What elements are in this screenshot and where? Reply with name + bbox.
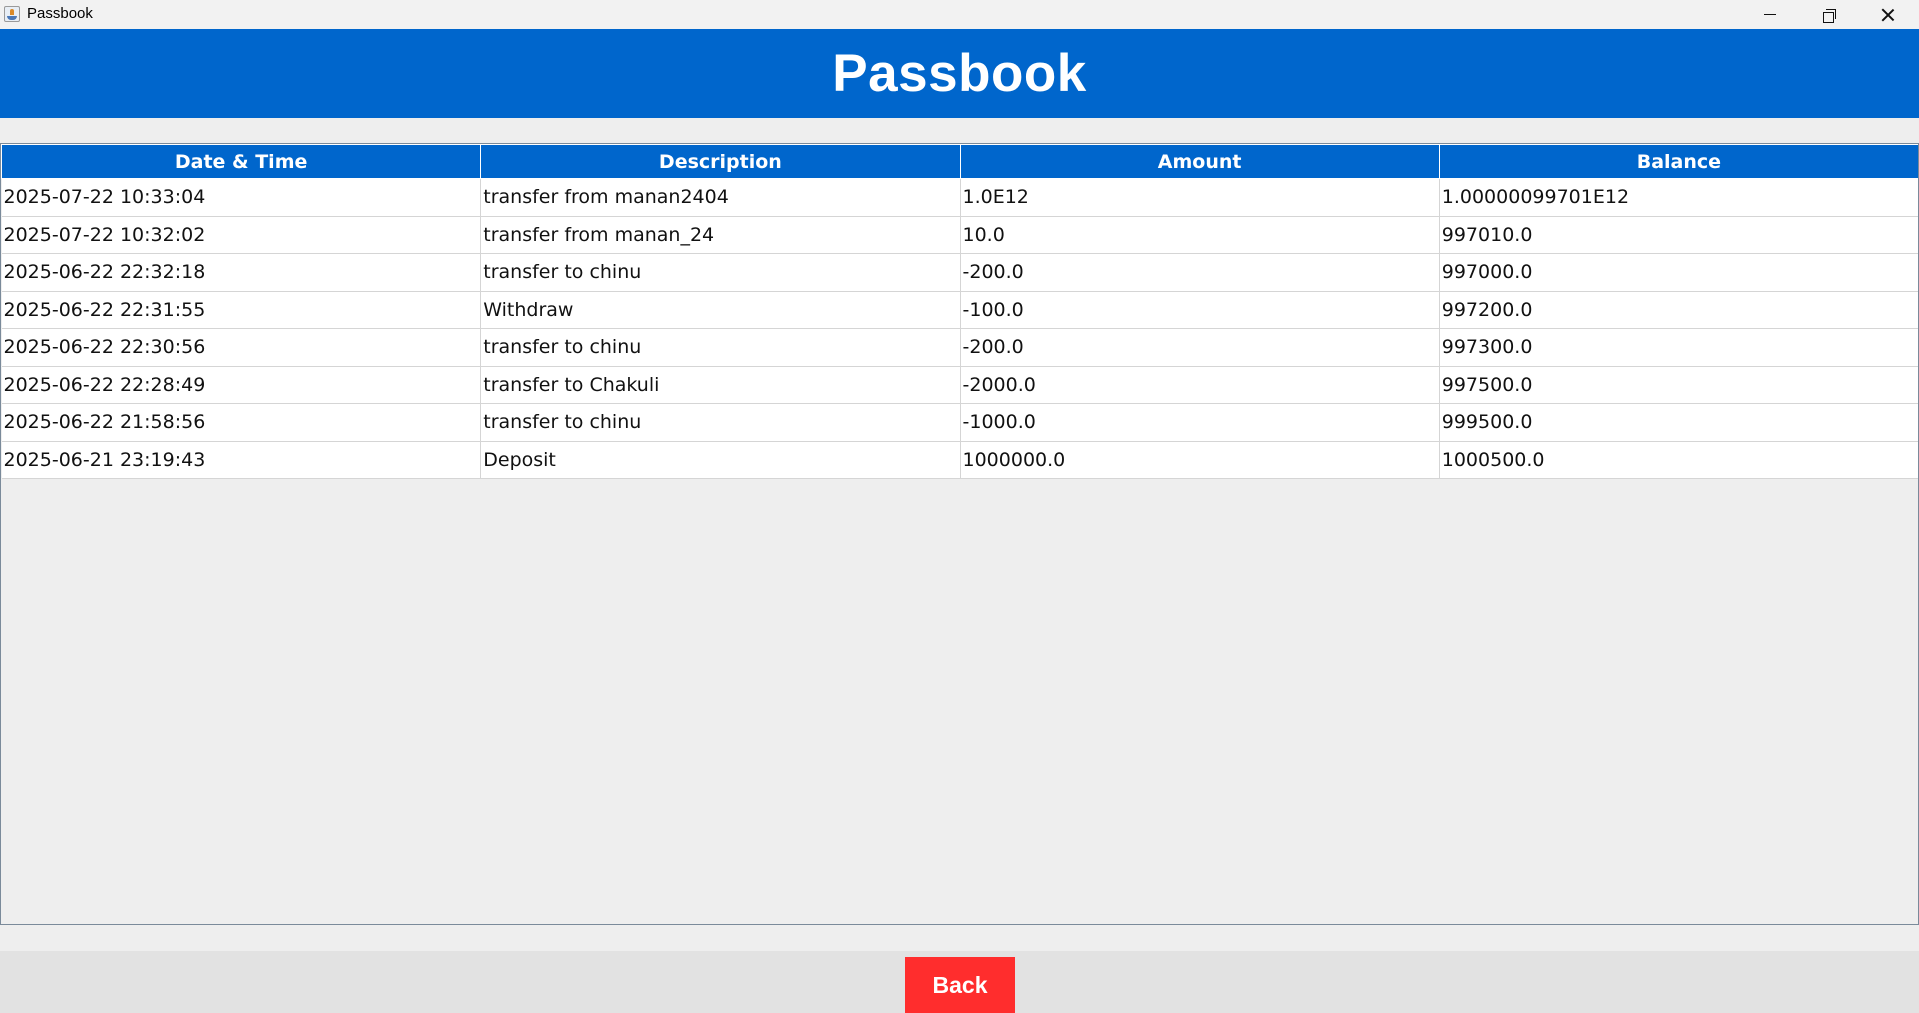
cell-balance[interactable]: 1.00000099701E12 bbox=[1439, 178, 1918, 217]
minimize-icon bbox=[1764, 14, 1776, 15]
table-row[interactable]: 2025-06-22 22:28:49 transfer to Chakuli … bbox=[1, 366, 1918, 404]
cell-date-time[interactable]: 2025-06-22 22:30:56 bbox=[1, 328, 482, 367]
column-header-amount[interactable]: Amount bbox=[959, 144, 1440, 179]
cell-description[interactable]: Deposit bbox=[480, 441, 961, 479]
cell-date-time[interactable]: 2025-07-22 10:33:04 bbox=[1, 178, 482, 217]
cell-description[interactable]: transfer from manan2404 bbox=[480, 178, 961, 217]
maximize-icon bbox=[1823, 8, 1836, 23]
window-titlebar: Passbook bbox=[0, 0, 1919, 29]
cell-amount[interactable]: 10.0 bbox=[960, 216, 1440, 254]
cell-balance[interactable]: 997500.0 bbox=[1439, 366, 1918, 404]
cell-amount[interactable]: -1000.0 bbox=[960, 403, 1440, 442]
cell-description[interactable]: transfer to chinu bbox=[480, 403, 961, 442]
table-row[interactable]: 2025-07-22 10:32:02 transfer from manan_… bbox=[1, 216, 1918, 254]
cell-description[interactable]: transfer to chinu bbox=[480, 253, 961, 292]
table-row[interactable]: 2025-06-22 21:58:56 transfer to chinu -1… bbox=[1, 403, 1918, 442]
column-header-date-time[interactable]: Date & Time bbox=[1, 144, 482, 179]
cell-balance[interactable]: 1000500.0 bbox=[1439, 441, 1918, 479]
footer-bar: Back bbox=[0, 951, 1919, 1013]
cell-description[interactable]: transfer from manan_24 bbox=[480, 216, 961, 254]
transactions-table-scrollpane[interactable]: Date & Time Description Amount Balance 2… bbox=[0, 143, 1919, 925]
window-title: Passbook bbox=[27, 5, 93, 22]
column-header-description[interactable]: Description bbox=[480, 144, 961, 179]
cell-date-time[interactable]: 2025-06-22 21:58:56 bbox=[1, 403, 482, 442]
cell-balance[interactable]: 997010.0 bbox=[1439, 216, 1918, 254]
cell-description[interactable]: transfer to Chakuli bbox=[480, 366, 961, 404]
column-header-balance[interactable]: Balance bbox=[1438, 144, 1918, 179]
cell-amount[interactable]: 1.0E12 bbox=[960, 178, 1440, 217]
back-button[interactable]: Back bbox=[905, 957, 1015, 1013]
table-row[interactable]: 2025-06-21 23:19:43 Deposit 1000000.0 10… bbox=[1, 441, 1918, 479]
table-header-row: Date & Time Description Amount Balance bbox=[1, 144, 1918, 179]
maximize-button[interactable] bbox=[1800, 0, 1858, 29]
cell-date-time[interactable]: 2025-06-22 22:32:18 bbox=[1, 253, 482, 292]
cell-balance[interactable]: 999500.0 bbox=[1439, 403, 1918, 442]
cell-amount[interactable]: -200.0 bbox=[960, 328, 1440, 367]
cell-amount[interactable]: -200.0 bbox=[960, 253, 1440, 292]
table-row[interactable]: 2025-06-22 22:32:18 transfer to chinu -2… bbox=[1, 253, 1918, 292]
cell-date-time[interactable]: 2025-06-22 22:31:55 bbox=[1, 291, 482, 329]
cell-date-time[interactable]: 2025-07-22 10:32:02 bbox=[1, 216, 482, 254]
transactions-table: Date & Time Description Amount Balance 2… bbox=[1, 144, 1918, 479]
cell-balance[interactable]: 997000.0 bbox=[1439, 253, 1918, 292]
cell-amount[interactable]: 1000000.0 bbox=[960, 441, 1440, 479]
header-banner: Passbook bbox=[0, 29, 1919, 118]
cell-balance[interactable]: 997200.0 bbox=[1439, 291, 1918, 329]
minimize-button[interactable] bbox=[1741, 0, 1799, 29]
page-title: Passbook bbox=[832, 44, 1087, 103]
java-cup-icon bbox=[4, 6, 20, 22]
table-row[interactable]: 2025-06-22 22:31:55 Withdraw -100.0 9972… bbox=[1, 291, 1918, 329]
cell-description[interactable]: transfer to chinu bbox=[480, 328, 961, 367]
cell-date-time[interactable]: 2025-06-21 23:19:43 bbox=[1, 441, 482, 479]
close-icon bbox=[1881, 8, 1895, 22]
cell-date-time[interactable]: 2025-06-22 22:28:49 bbox=[1, 366, 482, 404]
table-row[interactable]: 2025-07-22 10:33:04 transfer from manan2… bbox=[1, 178, 1918, 217]
close-button[interactable] bbox=[1859, 0, 1917, 29]
table-row[interactable]: 2025-06-22 22:30:56 transfer to chinu -2… bbox=[1, 328, 1918, 367]
cell-balance[interactable]: 997300.0 bbox=[1439, 328, 1918, 367]
cell-amount[interactable]: -2000.0 bbox=[960, 366, 1440, 404]
cell-amount[interactable]: -100.0 bbox=[960, 291, 1440, 329]
cell-description[interactable]: Withdraw bbox=[480, 291, 961, 329]
